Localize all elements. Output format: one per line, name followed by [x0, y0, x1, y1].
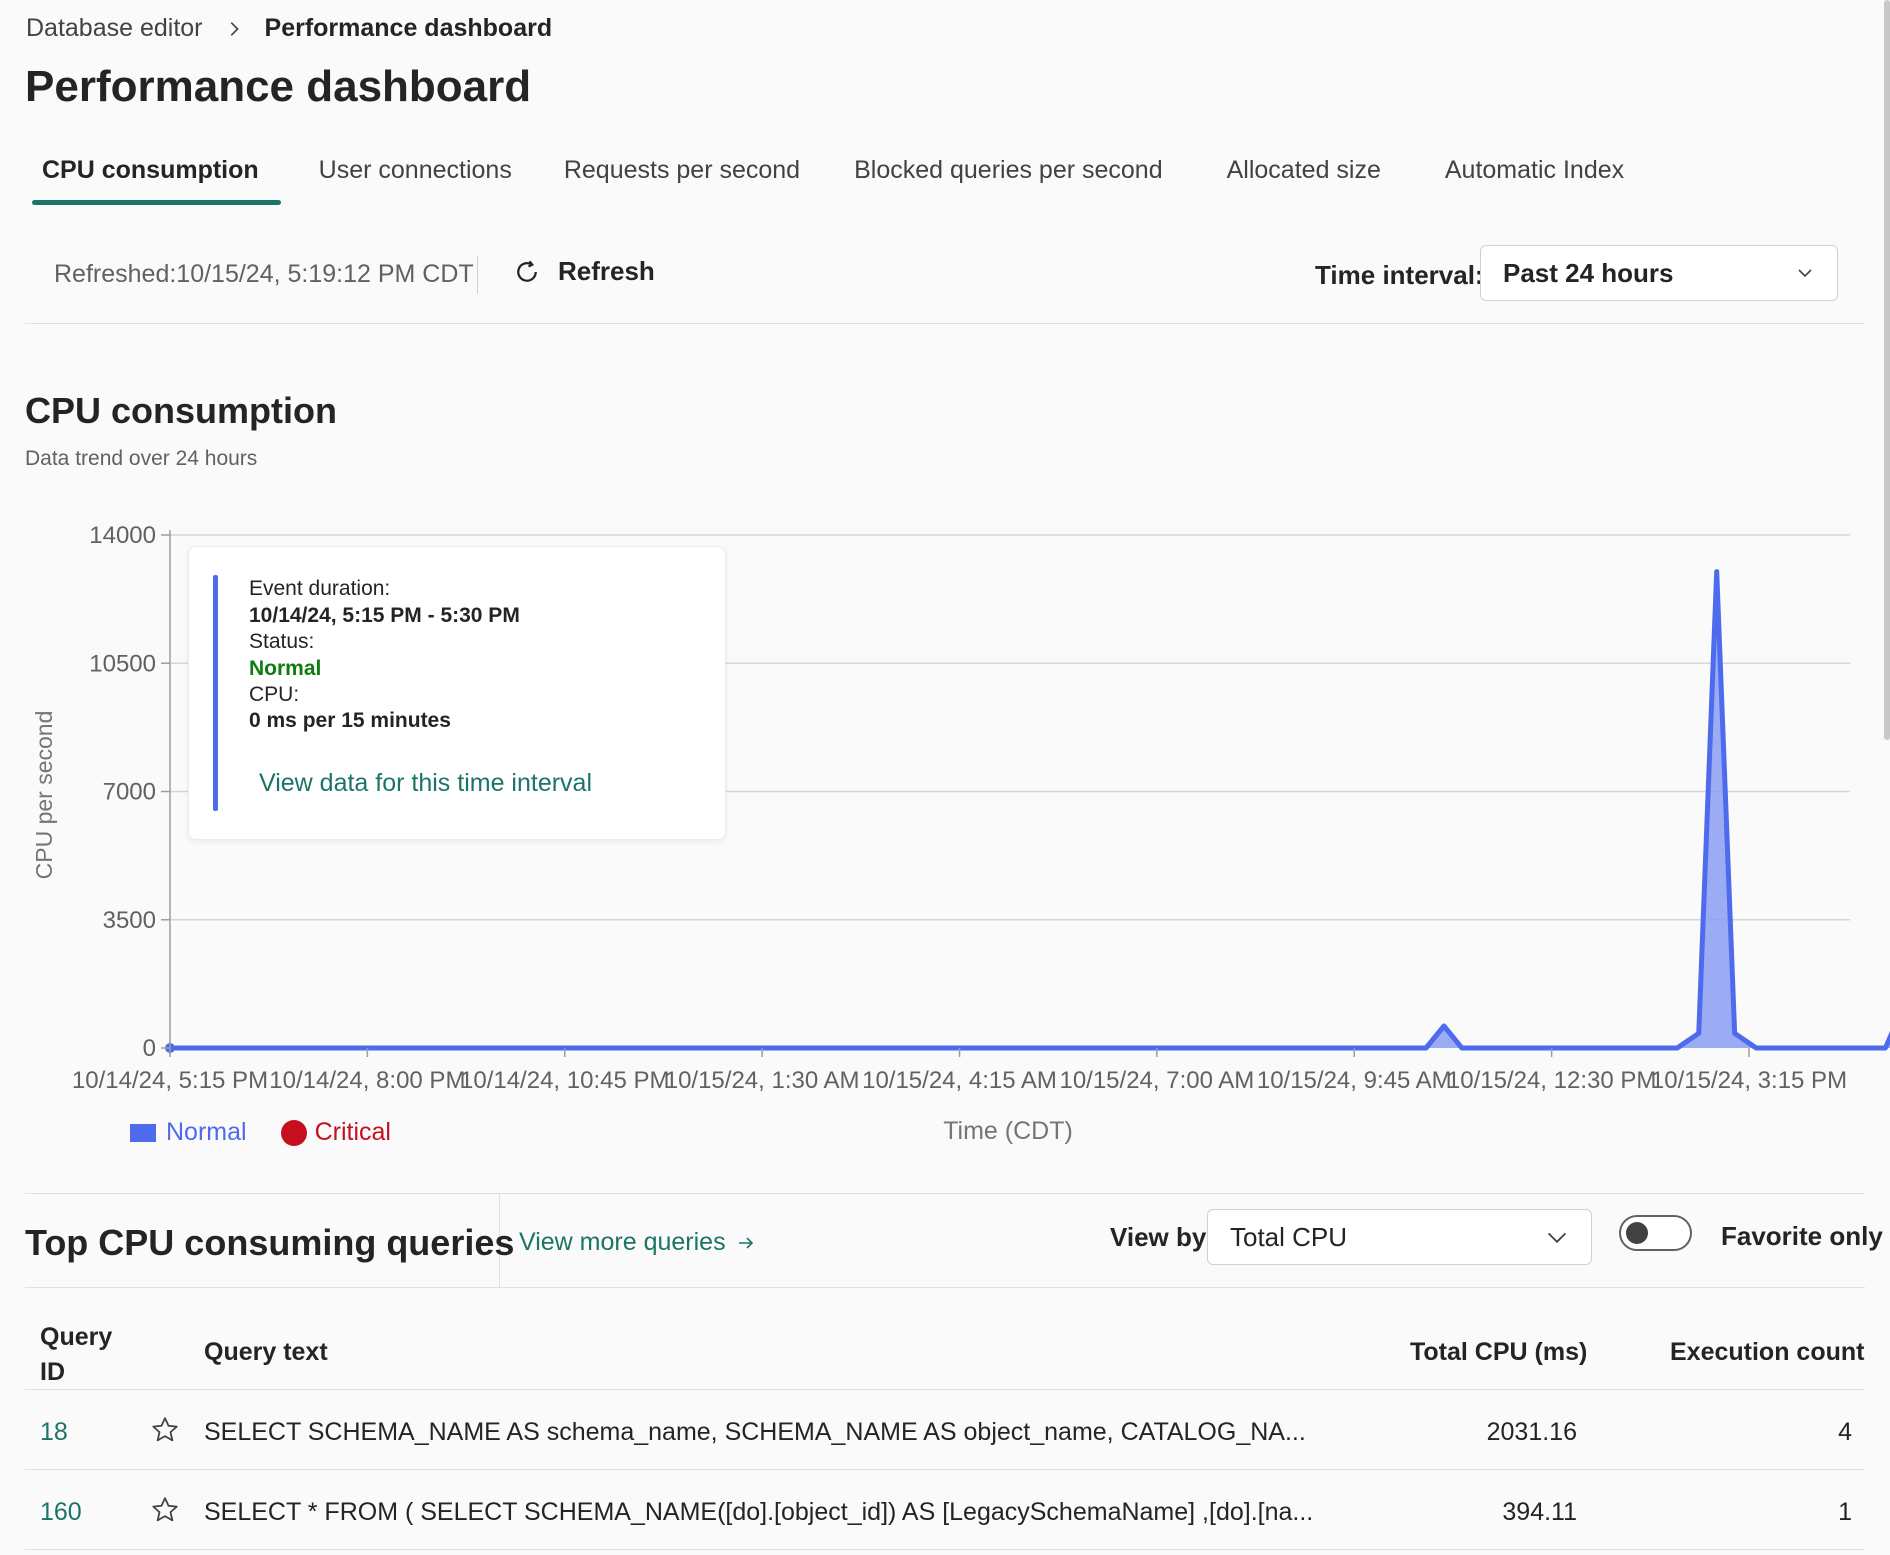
star-icon[interactable]: [150, 1415, 180, 1445]
refresh-button[interactable]: Refresh: [512, 256, 655, 287]
legend-normal-swatch: [130, 1123, 156, 1142]
query-text: SELECT SCHEMA_NAME AS schema_name, SCHEM…: [204, 1418, 1306, 1446]
queries-header-bottom-border: [25, 1287, 1865, 1288]
tab-cpu-consumption[interactable]: CPU consumption: [30, 150, 281, 210]
column-header-execution-count[interactable]: Execution count: [1670, 1338, 1864, 1367]
y-tick-label: 14000: [89, 522, 156, 549]
column-header-query-id[interactable]: Query ID: [40, 1320, 140, 1390]
refreshed-timestamp: Refreshed:10/15/24, 5:19:12 PM CDT: [54, 260, 474, 288]
breadcrumb-current: Performance dashboard: [264, 14, 553, 42]
breadcrumb: Database editor Performance dashboard: [26, 14, 552, 43]
query-id-link[interactable]: 160: [40, 1498, 82, 1527]
tooltip-cpu-label: CPU:: [249, 683, 300, 706]
table-row-border: [25, 1469, 1865, 1470]
query-text: SELECT * FROM ( SELECT SCHEMA_NAME([do].…: [204, 1498, 1314, 1526]
column-header-query-text[interactable]: Query text: [204, 1338, 328, 1367]
tooltip-cpu-value: 0 ms per 15 minutes: [249, 709, 451, 732]
column-header-total-cpu[interactable]: Total CPU (ms): [1410, 1338, 1587, 1367]
tab-list: CPU consumption User connections Request…: [30, 150, 1636, 210]
x-tick-label: 10/15/24, 12:30 PM: [1447, 1067, 1656, 1094]
toggle-knob: [1626, 1222, 1648, 1244]
x-tick-label: 10/15/24, 4:15 AM: [862, 1067, 1057, 1094]
favorite-only-toggle[interactable]: [1619, 1215, 1692, 1251]
table-row-border: [25, 1549, 1865, 1550]
tooltip-status-value: Normal: [249, 657, 322, 680]
tab-automatic-index[interactable]: Automatic Index: [1433, 150, 1636, 210]
view-by-dropdown[interactable]: Total CPU: [1207, 1209, 1592, 1265]
breadcrumb-parent-link[interactable]: Database editor: [26, 14, 203, 43]
x-tick-label: 10/14/24, 10:45 PM: [460, 1067, 669, 1094]
execution-count-value: 4: [1838, 1418, 1852, 1446]
x-tick-label: 10/14/24, 5:15 PM: [72, 1067, 268, 1094]
x-tick-label: 10/15/24, 3:15 PM: [1651, 1067, 1847, 1094]
chevron-down-icon: [1798, 269, 1812, 278]
chart-x-axis-label: Time (CDT): [943, 1117, 1073, 1145]
view-data-interval-link[interactable]: View data for this time interval: [259, 769, 592, 798]
query-id-link[interactable]: 18: [40, 1418, 68, 1447]
chart-y-axis-label: CPU per second: [31, 711, 57, 880]
section-title: CPU consumption: [25, 390, 337, 431]
chevron-down-icon: [1547, 1232, 1567, 1244]
toolbar-divider: [477, 256, 478, 294]
section-subtitle: Data trend over 24 hours: [25, 447, 258, 470]
x-tick-label: 10/15/24, 9:45 AM: [1257, 1067, 1452, 1094]
legend-critical-label[interactable]: Critical: [315, 1118, 391, 1147]
tab-requests-per-second[interactable]: Requests per second: [552, 150, 812, 210]
tooltip-status-label: Status:: [249, 630, 315, 653]
tooltip-accent-bar: [213, 575, 218, 811]
time-interval-label: Time interval:: [1315, 260, 1484, 290]
legend-normal-label[interactable]: Normal: [166, 1118, 247, 1147]
arrow-right-icon: [738, 1236, 753, 1249]
x-tick-label: 10/15/24, 7:00 AM: [1059, 1067, 1254, 1094]
tab-user-connections[interactable]: User connections: [307, 150, 524, 210]
page-scrollbar[interactable]: [1884, 0, 1890, 740]
legend-critical-swatch: [280, 1119, 307, 1146]
refresh-icon: [517, 260, 537, 282]
total-cpu-value: 394.11: [1502, 1498, 1577, 1526]
page-title: Performance dashboard: [25, 62, 532, 111]
chart-tooltip: Event duration: 10/14/24, 5:15 PM - 5:30…: [188, 546, 726, 840]
x-tick-label: 10/15/24, 1:30 AM: [665, 1067, 860, 1094]
toolbar-divider-line: [25, 323, 1865, 324]
tab-allocated-size[interactable]: Allocated size: [1215, 150, 1393, 210]
tab-blocked-queries-per-second[interactable]: Blocked queries per second: [842, 150, 1175, 210]
time-interval-dropdown[interactable]: Past 24 hours: [1480, 245, 1838, 301]
view-more-queries-label: View more queries: [519, 1228, 726, 1256]
y-tick-label: 7000: [103, 779, 156, 806]
y-tick-label: 3500: [103, 907, 156, 934]
time-interval-value: Past 24 hours: [1503, 257, 1674, 288]
execution-count-value: 1: [1838, 1498, 1852, 1526]
queries-header-top-border: [25, 1193, 1865, 1194]
view-by-value: Total CPU: [1230, 1221, 1348, 1252]
y-tick-label: 0: [143, 1035, 156, 1062]
view-by-label: View by:: [1110, 1222, 1216, 1252]
table-header-border: [25, 1389, 1865, 1390]
x-tick-label: 10/14/24, 8:00 PM: [269, 1067, 465, 1094]
total-cpu-value: 2031.16: [1486, 1418, 1577, 1446]
favorite-only-label: Favorite only: [1721, 1221, 1883, 1251]
chart-legend: Normal Critical: [130, 1118, 391, 1147]
tooltip-duration-label: Event duration:: [249, 577, 391, 600]
tooltip-duration-value: 10/14/24, 5:15 PM - 5:30 PM: [249, 604, 520, 627]
star-icon[interactable]: [150, 1495, 180, 1525]
y-tick-label: 10500: [89, 650, 156, 677]
chevron-right-icon: [230, 21, 239, 36]
view-more-queries-link[interactable]: View more queries: [519, 1228, 756, 1257]
queries-title: Top CPU consuming queries: [25, 1222, 515, 1263]
refresh-label: Refresh: [558, 256, 655, 286]
